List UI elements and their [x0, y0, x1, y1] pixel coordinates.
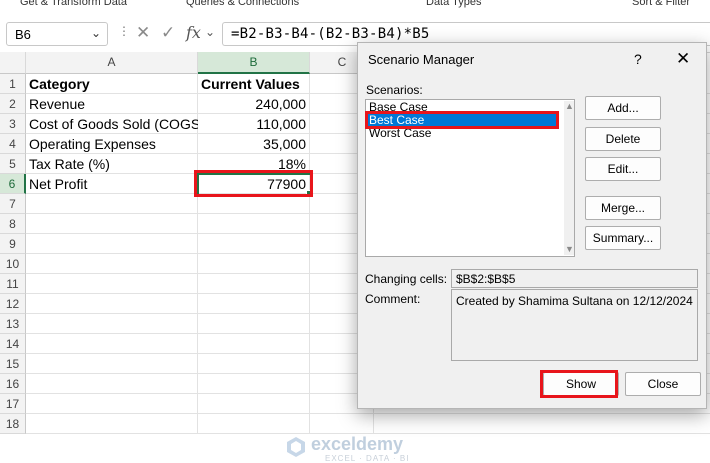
dialog-title: Scenario Manager	[368, 52, 475, 67]
row-header-18[interactable]: 18	[0, 414, 26, 434]
cell-a1-text: Category	[29, 76, 90, 92]
row-header-16[interactable]: 16	[0, 374, 26, 394]
row-header-1[interactable]: 1	[0, 74, 26, 94]
row-header-13[interactable]: 13	[0, 314, 26, 334]
show-button-highlight	[540, 370, 618, 398]
add-button-label: Add...	[607, 101, 639, 115]
cell-a6-text: Net Profit	[29, 176, 88, 192]
ribbon-strip: Get & Transform Data Queries & Connectio…	[0, 0, 710, 15]
delete-button-label: Delete	[605, 132, 641, 146]
row-header-11[interactable]: 11	[0, 274, 26, 294]
name-box-value: B6	[15, 27, 31, 42]
watermark-tagline: EXCEL · DATA · BI	[325, 454, 410, 463]
exceldemy-logo-icon	[287, 437, 305, 457]
scenarios-label: Scenarios:	[366, 83, 423, 97]
row-header-6[interactable]: 6	[0, 174, 26, 194]
cell-b3-text: 110,000	[256, 116, 306, 132]
changing-cells-value: $B$2:$B$5	[456, 272, 516, 286]
comment-field: Created by Shamima Sultana on 12/12/2024	[451, 289, 698, 361]
edit-button-label: Edit...	[607, 162, 639, 176]
cell-a4-text: Operating Expenses	[29, 136, 156, 152]
best-case-highlight	[365, 111, 559, 129]
cell-a3[interactable]: Cost of Goods Sold (COGS)	[26, 114, 205, 134]
cell-b1-text: Current Values	[201, 76, 300, 92]
cell-b3[interactable]: 110,000	[198, 114, 310, 134]
ribbon-group-queries[interactable]: Queries & Connections	[186, 0, 299, 8]
row-header-17[interactable]: 17	[0, 394, 26, 414]
cell-a4[interactable]: Operating Expenses	[26, 134, 198, 154]
chevron-down-icon[interactable]: ⌄	[91, 26, 101, 40]
column-header-b[interactable]: B	[198, 52, 310, 74]
cell-a2[interactable]: Revenue	[26, 94, 198, 114]
add-button[interactable]: Add...	[585, 96, 661, 120]
cell-a3-text: Cost of Goods Sold (COGS)	[29, 116, 205, 132]
scenario-manager-dialog: Scenario Manager ? ✕ Scenarios: Base Cas…	[357, 42, 707, 409]
column-header-a[interactable]: A	[26, 52, 198, 74]
row-header-10[interactable]: 10	[0, 254, 26, 274]
close-button[interactable]: Close	[625, 372, 701, 396]
select-all-corner[interactable]	[0, 52, 26, 74]
row-header-9[interactable]: 9	[0, 234, 26, 254]
comment-value: Created by Shamima Sultana on 12/12/2024	[456, 294, 693, 308]
name-box[interactable]: B6 ⌄	[6, 22, 108, 46]
row-header-4[interactable]: 4	[0, 134, 26, 154]
help-icon[interactable]: ?	[634, 51, 642, 67]
close-button-label: Close	[647, 377, 679, 391]
cell-a2-text: Revenue	[29, 96, 86, 112]
ribbon-group-data-types[interactable]: Data Types	[426, 0, 481, 8]
cell-b1[interactable]: Current Values	[198, 74, 310, 94]
changing-cells-label: Changing cells:	[365, 272, 448, 286]
scroll-down-icon[interactable]: ▼	[565, 244, 574, 254]
comment-label: Comment:	[365, 292, 421, 306]
summary-button-label: Summary...	[592, 231, 654, 245]
row-header-3[interactable]: 3	[0, 114, 26, 134]
cancel-icon[interactable]: ✕	[136, 23, 150, 43]
merge-button[interactable]: Merge...	[585, 196, 661, 220]
close-icon[interactable]: ✕	[676, 49, 690, 69]
ribbon-group-sort-filter[interactable]: Sort & Filter	[632, 0, 690, 8]
ribbon-group-get-transform[interactable]: Get & Transform Data	[20, 0, 127, 8]
cell-a1[interactable]: Category	[26, 74, 198, 94]
row-header-14[interactable]: 14	[0, 334, 26, 354]
merge-button-label: Merge...	[600, 201, 645, 215]
cell-b4[interactable]: 35,000	[198, 134, 310, 154]
row-header-12[interactable]: 12	[0, 294, 26, 314]
cell-a6[interactable]: Net Profit	[26, 174, 198, 194]
scroll-up-icon[interactable]: ▲	[565, 101, 574, 111]
row-header-5[interactable]: 5	[0, 154, 26, 174]
watermark-name: exceldemy	[311, 434, 404, 454]
summary-button[interactable]: Summary...	[585, 226, 661, 250]
edit-button[interactable]: Edit...	[585, 157, 661, 181]
cell-a5[interactable]: Tax Rate (%)	[26, 154, 198, 174]
insert-function-icon[interactable]: fx	[186, 23, 201, 42]
cell-b2[interactable]: 240,000	[198, 94, 310, 114]
row-header-7[interactable]: 7	[0, 194, 26, 214]
row-header-15[interactable]: 15	[0, 354, 26, 374]
formula-text: =B2-B3-B4-(B2-B3-B4)*B5	[231, 26, 430, 42]
scenarios-scrollbar[interactable]: ▲ ▼	[564, 101, 574, 255]
enter-check-icon[interactable]: ✓	[161, 23, 175, 43]
row-header-2[interactable]: 2	[0, 94, 26, 114]
cell-b2-text: 240,000	[255, 96, 306, 112]
delete-button[interactable]: Delete	[585, 127, 661, 151]
changing-cells-field: $B$2:$B$5	[451, 269, 698, 288]
row-header-8[interactable]: 8	[0, 214, 26, 234]
cell-b4-text: 35,000	[263, 136, 306, 152]
cell-b6-highlight	[194, 170, 313, 197]
more-options-icon[interactable]: ⋮	[118, 25, 130, 37]
cell-a5-text: Tax Rate (%)	[29, 156, 110, 172]
formula-bar-chevron-icon[interactable]: ⌄	[205, 25, 215, 39]
